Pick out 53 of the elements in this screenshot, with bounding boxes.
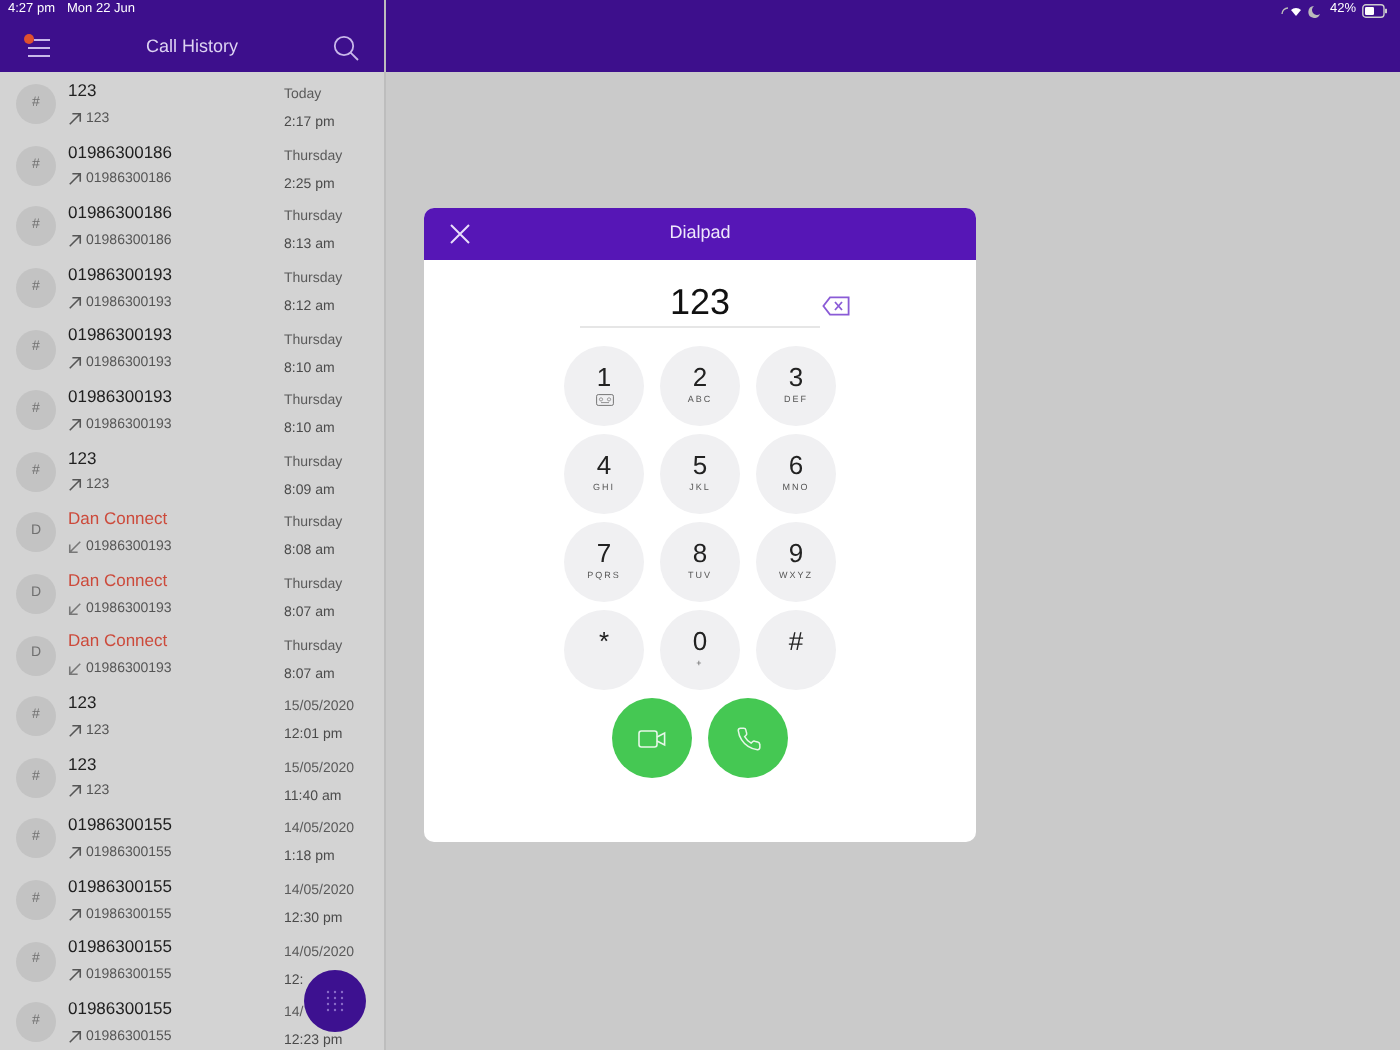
outgoing-arrow-icon [68,845,82,860]
contact-name: 01986300155 [68,877,173,895]
dialpad-key[interactable]: 1 [564,346,644,426]
dialpad-fab[interactable] [304,970,366,1032]
backspace-icon [822,296,850,316]
outgoing-arrow-icon [68,968,82,983]
contact-name: 01986300155 [68,999,173,1017]
contact-name: 01986300186 [68,204,173,222]
voicemail-icon [595,394,613,406]
contact-name: 123 [68,693,97,711]
dialog-title: Dialpad [669,220,731,247]
outgoing-arrow-icon [68,1029,82,1044]
contact-name: 01986300155 [68,938,173,956]
outgoing-arrow-icon [68,478,82,493]
dialpad-key[interactable]: * [564,610,644,690]
outgoing-arrow-icon [68,233,82,248]
close-icon [448,222,472,246]
contact-name: 01986300193 [68,265,173,283]
outgoing-arrow-icon [68,356,82,371]
contact-name: Dan Connect [68,632,168,650]
video-camera-icon [638,729,666,747]
contact-name: Dan Connect [68,510,168,528]
outgoing-arrow-icon [68,417,82,432]
outgoing-arrow-icon [68,907,82,922]
menu-button[interactable] [24,35,52,59]
menu-icon [24,35,52,59]
search-button[interactable] [331,33,360,61]
battery-icon [1362,4,1388,18]
contact-name: 123 [68,755,97,773]
status-icons [1279,4,1324,18]
contact-name: 01986300155 [68,816,173,834]
incoming-arrow-icon [68,539,82,554]
incoming-arrow-icon [68,662,82,677]
outgoing-arrow-icon [68,295,82,310]
outgoing-arrow-icon [68,723,82,738]
outgoing-arrow-icon [68,784,82,799]
number-field[interactable]: 123 [580,276,820,328]
backspace-button[interactable] [822,296,850,316]
search-icon [331,33,360,61]
incoming-arrow-icon [68,601,82,616]
contact-name: 01986300193 [68,326,173,344]
outgoing-arrow-icon [68,111,82,126]
close-button[interactable] [448,222,472,246]
contact-name: 123 [68,82,97,100]
contact-name: 123 [68,449,97,467]
contact-name: Dan Connect [68,571,168,589]
phone-icon [735,725,761,751]
contact-name: 01986300186 [68,143,173,161]
contact-name: 01986300193 [68,388,173,406]
outgoing-arrow-icon [68,172,82,187]
keypad-icon [326,990,344,1012]
header-title: Call History [145,33,238,60]
dialpad-key[interactable]: # [756,610,836,690]
